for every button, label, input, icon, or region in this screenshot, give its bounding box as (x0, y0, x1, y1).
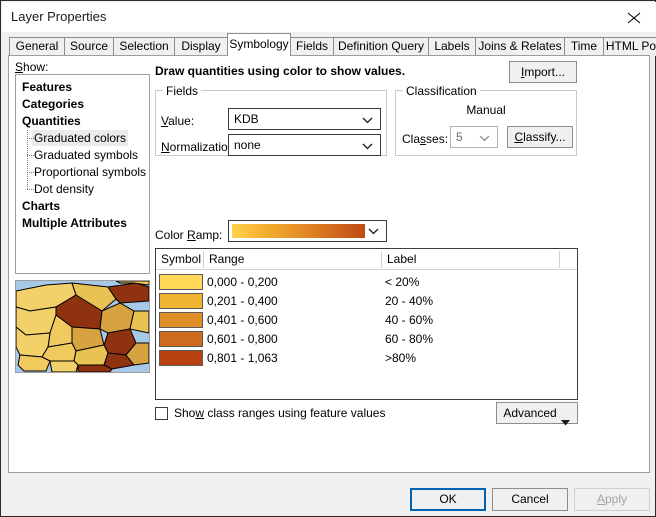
chevron-down-icon (362, 143, 373, 150)
apply-button: Apply (574, 488, 650, 511)
color-ramp-swatch (232, 224, 365, 238)
column-divider[interactable] (559, 251, 560, 268)
classes-combo-text: 5 (456, 130, 463, 144)
normalization-label: Normalization: (161, 140, 238, 154)
symbology-panel: Show: Features Categories Quantities Gradua… (8, 55, 650, 473)
class-label-value[interactable]: 60 - 80% (385, 330, 433, 348)
sidebar-item-features[interactable]: Features (22, 79, 72, 95)
ok-button[interactable]: OK (410, 488, 486, 511)
normalization-combo-text: none (234, 138, 261, 152)
advanced-button-label: Advanced (503, 406, 557, 420)
tab-time[interactable]: Time (564, 37, 604, 56)
chevron-down-icon (479, 135, 490, 142)
sidebar-item-quantities[interactable]: Quantities (22, 113, 81, 129)
close-icon[interactable] (612, 2, 656, 32)
header-rule (156, 269, 577, 270)
tab-selection[interactable]: Selection (113, 37, 175, 56)
show-class-ranges-label: Show class ranges using feature values (174, 406, 386, 420)
tree-connector-dash (27, 155, 34, 157)
panel-heading: Draw quantities using color to show valu… (155, 64, 406, 78)
class-symbol-swatch[interactable] (159, 350, 203, 366)
value-label: Value: (161, 114, 195, 128)
import-button[interactable]: Import... (509, 61, 577, 83)
column-header-range[interactable]: Range (209, 252, 244, 266)
normalization-combo[interactable]: none (228, 134, 381, 156)
classes-label: Classes: (402, 132, 449, 146)
class-range-value[interactable]: 0,401 - 0,600 (207, 311, 278, 329)
tab-html-popup[interactable]: HTML Popup (603, 37, 656, 56)
chevron-down-icon (561, 412, 570, 432)
class-label-value[interactable]: >80% (385, 349, 416, 367)
chevron-down-icon (368, 228, 379, 235)
class-symbol-swatch[interactable] (159, 331, 203, 347)
class-symbol-swatch[interactable] (159, 312, 203, 328)
column-header-label[interactable]: Label (387, 252, 416, 266)
tree-connector-dash (27, 172, 34, 174)
sidebar-item-charts[interactable]: Charts (22, 198, 60, 214)
sidebar-item-multiple-attributes[interactable]: Multiple Attributes (22, 215, 127, 231)
sidebar-item-proportional-symbols[interactable]: Proportional symbols (34, 164, 146, 180)
color-ramp-combo[interactable] (228, 220, 387, 242)
tab-display[interactable]: Display (174, 37, 228, 56)
sidebar-item-graduated-symbols[interactable]: Graduated symbols (34, 147, 138, 163)
advanced-button[interactable]: Advanced (496, 402, 578, 426)
tab-source[interactable]: Source (64, 37, 114, 56)
tab-strip: General Source Selection Display Symbology Fi… (2, 32, 656, 56)
classify-button[interactable]: Classify... (507, 126, 573, 148)
cancel-button[interactable]: Cancel (492, 488, 568, 511)
class-label-value[interactable]: 20 - 40% (385, 292, 433, 310)
checkbox-box[interactable] (155, 407, 168, 420)
sidebar-item-graduated-colors[interactable]: Graduated colors (32, 130, 129, 146)
classification-method: Manual (466, 103, 506, 117)
map-preview-thumbnail (15, 280, 150, 373)
tree-connector-dash (27, 189, 34, 191)
tree-connector-dash (27, 138, 34, 140)
tab-symbology[interactable]: Symbology (227, 33, 291, 56)
class-range-value[interactable]: 0,601 - 0,800 (207, 330, 278, 348)
show-label: Show: (15, 60, 49, 74)
show-tree[interactable]: Features Categories Quantities Graduated co… (15, 74, 150, 274)
chevron-down-icon (362, 117, 373, 124)
value-combo[interactable]: KDB (228, 108, 381, 130)
tab-fields[interactable]: Fields (290, 37, 334, 56)
class-symbol-swatch[interactable] (159, 293, 203, 309)
value-combo-text: KDB (234, 112, 259, 126)
fields-group-title: Fields (163, 84, 202, 98)
tab-joins-relates[interactable]: Joins & Relates (475, 37, 565, 56)
tab-labels[interactable]: Labels (428, 37, 476, 56)
class-range-value[interactable]: 0,201 - 0,400 (207, 292, 278, 310)
classification-group-title: Classification (403, 84, 480, 98)
color-ramp-label: Color Ramp: (155, 228, 223, 242)
class-range-value[interactable]: 0,801 - 1,063 (207, 349, 278, 367)
window-title: Layer Properties (11, 9, 107, 24)
tab-definition-query[interactable]: Definition Query (333, 37, 429, 56)
classes-combo[interactable]: 5 (450, 126, 498, 148)
layer-properties-dialog: Layer Properties General Source Selection D… (0, 0, 656, 517)
column-header-symbol[interactable]: Symbol (161, 252, 201, 266)
sidebar-item-dot-density[interactable]: Dot density (34, 181, 94, 197)
class-range-value[interactable]: 0,000 - 0,200 (207, 273, 278, 291)
class-symbol-swatch[interactable] (159, 274, 203, 290)
symbology-class-table[interactable]: Symbol Range Label 0,000 - 0,200 < 20% 0,2… (155, 248, 578, 400)
column-divider[interactable] (381, 251, 382, 268)
title-bar: Layer Properties (2, 2, 656, 32)
class-label-value[interactable]: 40 - 60% (385, 311, 433, 329)
column-divider[interactable] (203, 251, 204, 268)
tab-general[interactable]: General (9, 37, 65, 56)
class-label-value[interactable]: < 20% (385, 273, 419, 291)
sidebar-item-categories[interactable]: Categories (22, 96, 84, 112)
